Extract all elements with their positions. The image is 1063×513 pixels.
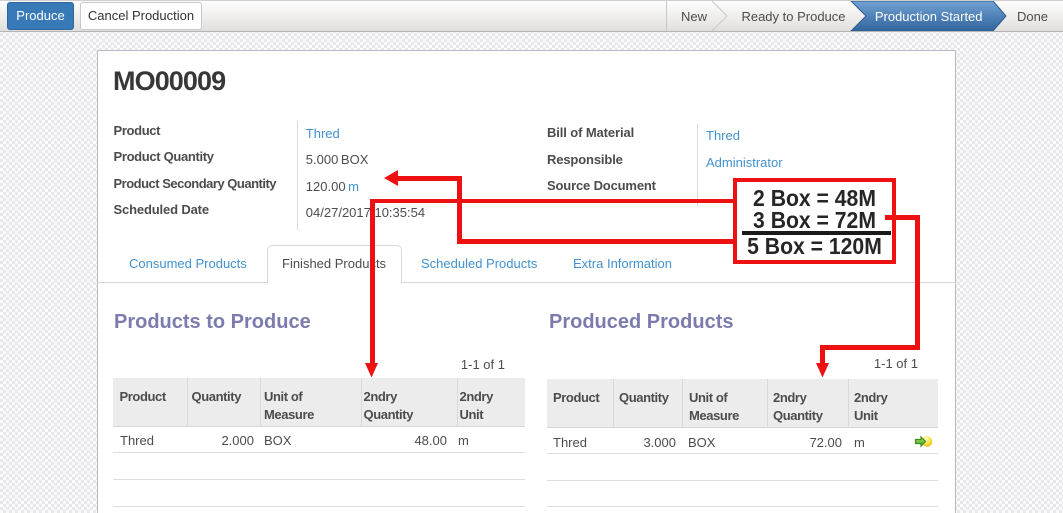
svg-text:Production Started: Production Started bbox=[875, 9, 983, 24]
svg-text:Done: Done bbox=[1017, 9, 1048, 24]
svg-text:New: New bbox=[681, 9, 708, 24]
svg-text:Ready to Produce: Ready to Produce bbox=[741, 9, 845, 24]
